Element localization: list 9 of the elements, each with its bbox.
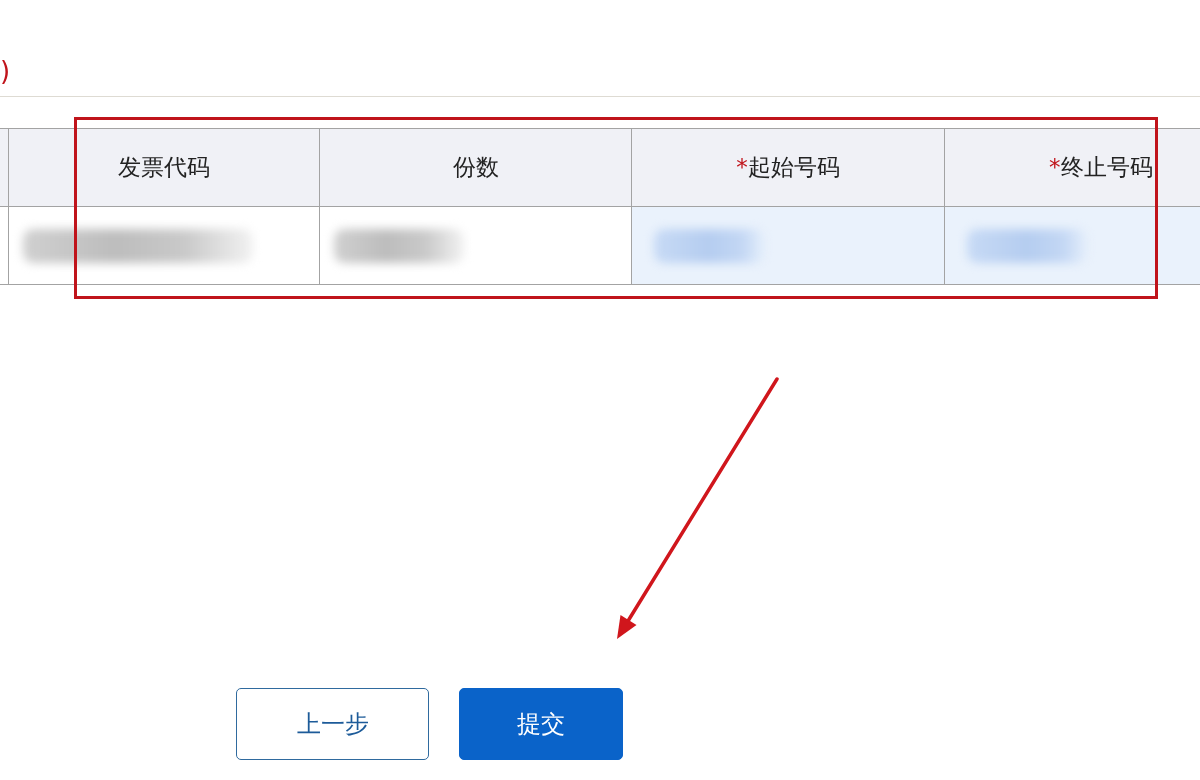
submit-button[interactable]: 提交 <box>459 688 623 760</box>
input-field[interactable] <box>631 207 944 285</box>
back-button[interactable]: 上一步 <box>236 688 429 760</box>
note-text: ) <box>0 56 11 86</box>
column-header: *终止号码 <box>1049 153 1153 182</box>
column-header: 份数 <box>452 153 499 182</box>
column-header: 发票代码 <box>118 153 210 182</box>
column-header: *起始号码 <box>736 153 840 182</box>
input-field[interactable] <box>944 207 1200 285</box>
